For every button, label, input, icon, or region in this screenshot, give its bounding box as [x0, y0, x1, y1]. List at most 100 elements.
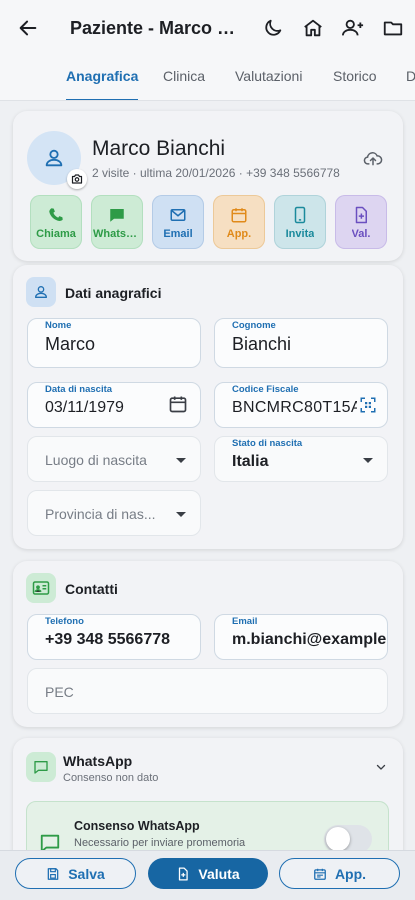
document-add-icon	[179, 867, 189, 880]
appointment-label: App.	[226, 228, 252, 240]
phone-value: +39 348 5566778	[45, 631, 171, 648]
email-field[interactable]: Email m.bianchi@example	[214, 614, 388, 660]
tab-bar: Anagrafica Clinica Valutazioni Storico D	[0, 56, 415, 101]
whatsapp-button[interactable]: WhatsApp	[91, 195, 143, 249]
evaluation-button[interactable]: Val.	[335, 195, 387, 249]
first-name-field[interactable]: Nome Marco	[27, 318, 201, 368]
calendar-icon	[314, 868, 326, 880]
evaluate-button[interactable]: Valuta	[148, 858, 268, 889]
whatsapp-consent-panel: Consenso WhatsApp Necessario per inviare…	[26, 801, 389, 850]
invite-label: Invita	[285, 228, 315, 240]
save-button[interactable]: Salva	[15, 858, 136, 889]
cloud-upload-icon	[363, 152, 383, 166]
folder-button[interactable]	[373, 0, 413, 56]
birth-country-dropdown[interactable]: Stato di nascita Italia	[214, 436, 388, 482]
chat-icon	[34, 761, 48, 774]
appointment-bottom-button[interactable]: App.	[279, 858, 400, 889]
whatsapp-icon	[110, 209, 124, 222]
save-label: Salva	[68, 865, 105, 882]
section-person-icon	[26, 277, 56, 307]
birth-date-value: 03/11/1979	[45, 399, 124, 416]
calendar-icon	[231, 208, 247, 223]
avatar[interactable]	[27, 131, 87, 189]
toggle-knob	[326, 827, 350, 850]
person-add-icon	[342, 19, 364, 36]
calendar-icon	[169, 396, 187, 413]
dropdown-arrow-icon	[176, 512, 186, 517]
pec-field[interactable]: PEC	[27, 668, 388, 714]
change-photo-button[interactable]	[67, 169, 87, 189]
birth-province-placeholder: Provincia di nas...	[45, 506, 156, 522]
patient-card: Marco Bianchi 2 visite · ultima 20/01/20…	[13, 111, 403, 261]
whatsapp-consent-subtitle: Necessario per inviare promemoria	[74, 837, 246, 849]
expand-whatsapp-button[interactable]	[375, 760, 387, 778]
whatsapp-consent-status: Consenso non dato	[63, 772, 159, 784]
tab-overflow[interactable]: D	[406, 56, 415, 100]
evaluation-label: Val.	[351, 228, 371, 240]
invite-button[interactable]: Invita	[274, 195, 326, 249]
birthplace-placeholder: Luogo di nascita	[45, 452, 147, 468]
date-picker-button[interactable]	[168, 394, 188, 419]
moon-icon	[265, 19, 282, 36]
qr-scan-icon	[360, 397, 376, 413]
bottom-action-bar: Salva Valuta App.	[0, 850, 415, 900]
smartphone-icon	[294, 206, 306, 224]
cloud-upload-button[interactable]	[363, 149, 383, 172]
birth-country-label: Stato di nascita	[232, 438, 303, 449]
section-title-contatti: Contatti	[65, 581, 118, 597]
scan-fiscal-code-button[interactable]	[359, 396, 377, 419]
tab-storico[interactable]: Storico	[333, 56, 377, 100]
phone-field[interactable]: Telefono +39 348 5566778	[27, 614, 201, 660]
pec-placeholder: PEC	[45, 684, 74, 700]
tab-anagrafica[interactable]: Anagrafica	[66, 56, 139, 100]
section-title-anagrafica: Dati anagrafici	[65, 285, 162, 301]
page-title: Paziente - Marco Bianchi	[70, 17, 246, 38]
dark-mode-button[interactable]	[253, 0, 293, 56]
phone-label: Telefono	[45, 616, 84, 627]
fiscal-code-label: Codice Fiscale	[232, 384, 299, 395]
whatsapp-consent-title: Consenso WhatsApp	[74, 819, 200, 833]
section-title-whatsapp: WhatsApp	[63, 753, 133, 769]
phone-icon	[49, 208, 63, 221]
whatsapp-consent-toggle[interactable]	[324, 825, 372, 850]
email-button[interactable]: Email	[152, 195, 204, 249]
call-button[interactable]: Chiama	[30, 195, 82, 249]
home-icon	[304, 19, 322, 37]
add-patient-button[interactable]	[333, 0, 373, 56]
scroll-content[interactable]: Marco Bianchi 2 visite · ultima 20/01/20…	[0, 101, 415, 850]
evaluate-label: Valuta	[198, 865, 240, 882]
birth-province-dropdown[interactable]: Provincia di nas...	[27, 490, 201, 536]
person-icon	[35, 286, 47, 298]
chat-icon	[40, 834, 60, 850]
last-name-value: Bianchi	[232, 334, 292, 354]
email-label: Email	[232, 616, 258, 627]
contacts-card: Contatti Telefono +39 348 5566778 Email …	[13, 561, 403, 727]
tab-clinica[interactable]: Clinica	[163, 56, 205, 100]
fiscal-code-field[interactable]: Codice Fiscale BNCMRC80T15A	[214, 382, 388, 428]
anagrafica-card: Dati anagrafici Nome Marco Cognome Bianc…	[13, 265, 403, 549]
dropdown-arrow-icon	[363, 458, 373, 463]
first-name-label: Nome	[45, 320, 72, 331]
back-button[interactable]	[0, 0, 56, 56]
contact-card-icon	[32, 581, 50, 595]
camera-icon	[71, 174, 83, 184]
call-label: Chiama	[36, 228, 76, 240]
appointment-button[interactable]: App.	[213, 195, 265, 249]
patient-summary: 2 visite · ultima 20/01/2026 · +39 348 5…	[92, 166, 340, 180]
person-icon	[45, 149, 63, 167]
birthplace-dropdown[interactable]: Luogo di nascita	[27, 436, 201, 482]
app-bar: Paziente - Marco Bianchi	[0, 0, 415, 56]
tab-valutazioni[interactable]: Valutazioni	[235, 56, 302, 100]
last-name-label: Cognome	[232, 320, 276, 331]
last-name-field[interactable]: Cognome Bianchi	[214, 318, 388, 368]
chevron-down-icon	[376, 764, 386, 770]
patient-name: Marco Bianchi	[92, 137, 226, 160]
dropdown-arrow-icon	[176, 458, 186, 463]
whatsapp-card: WhatsApp Consenso non dato Consenso What…	[13, 738, 403, 850]
fiscal-code-value: BNCMRC80T15A	[232, 399, 357, 416]
mail-icon	[170, 209, 186, 221]
birth-date-field[interactable]: Data di nascita 03/11/1979	[27, 382, 201, 428]
home-button[interactable]	[293, 0, 333, 56]
section-contact-icon	[26, 573, 56, 603]
whatsapp-label: WhatsApp	[93, 228, 141, 240]
